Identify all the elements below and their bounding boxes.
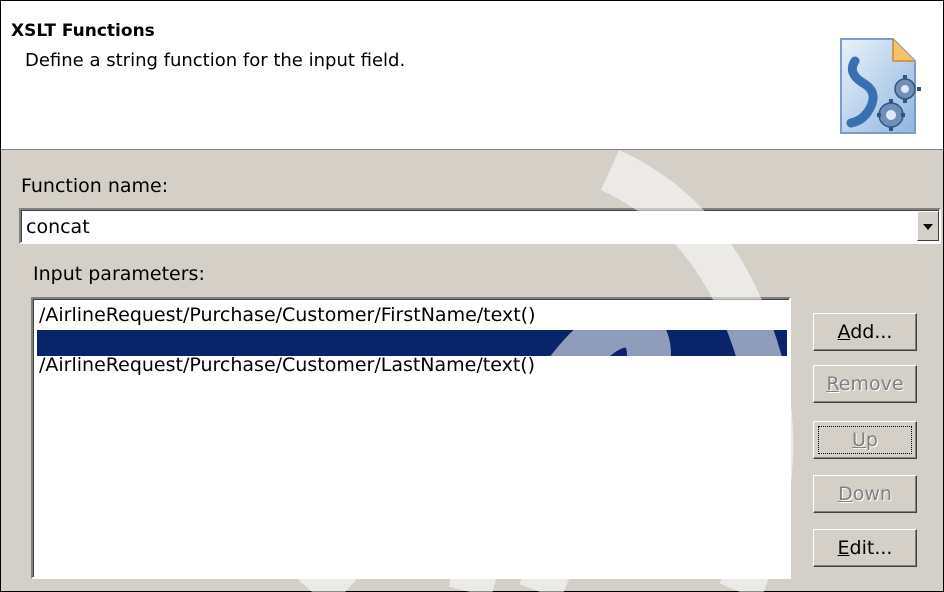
function-name-combobox[interactable]: concat [19,208,941,244]
add-mnemonic: A [837,321,851,343]
list-item[interactable]: /AirlineRequest/Purchase/Customer/LastNa… [37,352,787,378]
dialog-header: XSLT Functions Define a string function … [1,1,943,150]
dropdown-arrow-icon[interactable] [917,211,939,241]
function-name-label: Function name: [21,175,169,197]
list-item[interactable]: /AirlineRequest/Purchase/Customer/FirstN… [37,302,787,328]
remove-mnemonic: R [826,373,839,395]
dialog-description: Define a string function for the input f… [25,50,406,71]
input-parameters-list[interactable]: /AirlineRequest/Purchase/Customer/FirstN… [31,297,791,579]
down-label-rest: own [852,483,892,505]
up-button[interactable]: Up [813,421,917,459]
down-button[interactable]: Down [813,475,917,513]
edit-button[interactable]: Edit... [813,529,917,567]
add-label-rest: dd... [850,321,893,343]
edit-label-rest: dit... [849,537,893,559]
down-mnemonic: D [838,483,853,505]
combobox-field: concat [21,210,939,242]
function-name-value: concat [26,216,90,238]
xslt-functions-dialog: XSLT Functions Define a string function … [0,0,944,592]
add-button[interactable]: Add... [813,313,917,351]
remove-label-rest: emove [838,373,904,395]
remove-button[interactable]: Remove [813,365,917,403]
xslt-wizard-gears-icon [840,38,921,134]
edit-mnemonic: E [837,537,850,559]
input-parameters-label: Input parameters: [33,263,205,285]
dialog-title: XSLT Functions [11,21,155,41]
list-frame: /AirlineRequest/Purchase/Customer/FirstN… [33,299,789,577]
up-label-rest: p [865,429,878,451]
up-mnemonic: U [852,429,866,451]
